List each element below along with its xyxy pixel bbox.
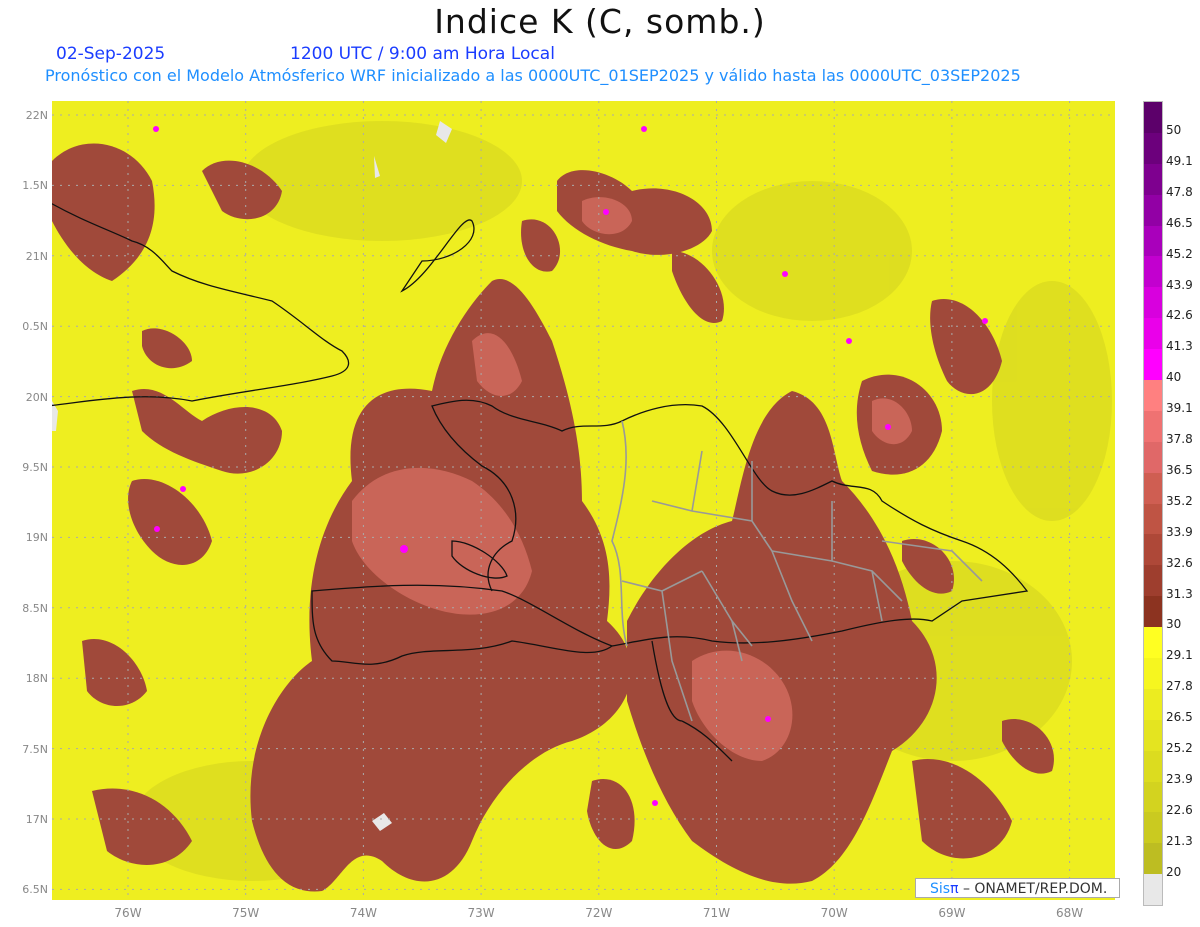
lat-label: 21N — [25, 249, 48, 263]
colorbar-swatch — [1144, 194, 1162, 226]
colorbar-swatch — [1144, 874, 1162, 906]
lon-label: 69W — [938, 906, 966, 920]
lat-label: 17N — [25, 813, 48, 826]
colorbar-swatch — [1144, 596, 1162, 628]
colorbar-label: 35.2 — [1166, 493, 1193, 508]
colorbar-swatch — [1144, 843, 1162, 875]
colorbar-swatch — [1144, 812, 1162, 844]
lon-label: 75W — [232, 906, 260, 920]
sispi-logo-sis: Sis — [930, 881, 951, 897]
colorbar-label: 21.3 — [1166, 833, 1193, 848]
colorbar-label: 41.3 — [1166, 339, 1193, 354]
colorbar-swatch — [1144, 256, 1162, 288]
colorbar-swatch — [1144, 534, 1162, 566]
colorbar-swatch — [1144, 781, 1162, 813]
colorbar-swatch — [1144, 287, 1162, 319]
colorbar-swatch — [1144, 658, 1162, 689]
colorbar-label: 27.8 — [1166, 679, 1193, 694]
colorbar-label: 36.5 — [1166, 462, 1193, 477]
colorbar-swatch — [1144, 719, 1162, 751]
credit-text: – ONAMET/REP.DOM. — [958, 881, 1108, 897]
colorbar-swatch — [1144, 688, 1162, 720]
colorbar-swatch — [1144, 102, 1162, 133]
colorbar-label: 20 — [1166, 864, 1182, 879]
colorbar-label: 23.9 — [1166, 771, 1193, 786]
k-index-map — [52, 101, 1115, 900]
lat-label: 6.5N — [22, 883, 48, 897]
colorbar-swatch — [1144, 349, 1162, 381]
sispi-logo-pi: π — [950, 881, 959, 897]
colorbar-swatch — [1144, 225, 1162, 257]
forecast-subtitle: Pronóstico con el Modelo Atmósferico WRF… — [45, 66, 1021, 85]
colorbar-label: 40 — [1166, 370, 1182, 385]
lon-label: 71W — [702, 906, 731, 920]
colorbar-label: 47.8 — [1166, 184, 1193, 199]
lat-label: 22N — [25, 109, 48, 122]
forecast-date: 02-Sep-2025 — [56, 44, 166, 64]
lat-label: 19N — [25, 531, 48, 545]
colorbar-label: 25.2 — [1166, 741, 1193, 755]
lat-label: 9.5N — [22, 461, 48, 474]
colorbar-label: 37.8 — [1166, 432, 1193, 446]
colorbar-label: 32.6 — [1166, 555, 1193, 570]
lon-label: 72W — [585, 906, 613, 920]
forecast-time: 1200 UTC / 9:00 am Hora Local — [290, 44, 555, 64]
colorbar-label: 31.3 — [1166, 586, 1193, 601]
colorbar-swatch — [1144, 318, 1162, 350]
lat-label: 0.5N — [22, 320, 48, 334]
colorbar-label: 49.1 — [1166, 153, 1193, 168]
lon-label: 70W — [820, 906, 848, 920]
lon-label: 76W — [114, 906, 142, 920]
colorbar-swatch — [1144, 627, 1162, 659]
colorbar-swatch — [1144, 503, 1162, 535]
lon-label: 68W — [1056, 906, 1084, 920]
lat-label: 1.5N — [22, 179, 48, 193]
colorbar-label: 39.1 — [1166, 401, 1193, 416]
lon-label: 73W — [467, 906, 495, 920]
colorbar-swatch — [1144, 472, 1162, 504]
colorbar-label: 22.6 — [1166, 802, 1193, 817]
colorbar-label: 33.9 — [1166, 524, 1193, 539]
map-title: Indice K (C, somb.) — [434, 2, 766, 41]
colorbar-swatch — [1144, 132, 1162, 164]
colorbar-label: 45.2 — [1166, 246, 1193, 261]
colorbar-swatch — [1144, 380, 1162, 411]
colorbar-swatch — [1144, 565, 1162, 597]
colorbar-label: 43.9 — [1166, 277, 1193, 292]
colorbar-label: 46.5 — [1166, 215, 1193, 230]
colorbar-label: 29.1 — [1166, 648, 1193, 663]
colorbar-label: 30 — [1166, 617, 1182, 632]
lat-label: 8.5N — [22, 601, 48, 615]
colorbar — [1143, 101, 1163, 907]
colorbar-swatch — [1144, 163, 1162, 195]
colorbar-swatch — [1144, 750, 1162, 782]
colorbar-label: 42.6 — [1166, 308, 1193, 323]
lat-label: 20N — [25, 390, 48, 404]
colorbar-swatch — [1144, 410, 1162, 442]
credit-box: Sisπ – ONAMET/REP.DOM. — [915, 878, 1120, 898]
colorbar-label: 50 — [1166, 123, 1182, 137]
lat-label: 18N — [25, 672, 48, 686]
colorbar-label: 26.5 — [1166, 710, 1193, 725]
colorbar-swatch — [1144, 441, 1162, 473]
lon-label: 74W — [349, 906, 377, 920]
lat-label: 7.5N — [22, 742, 48, 756]
